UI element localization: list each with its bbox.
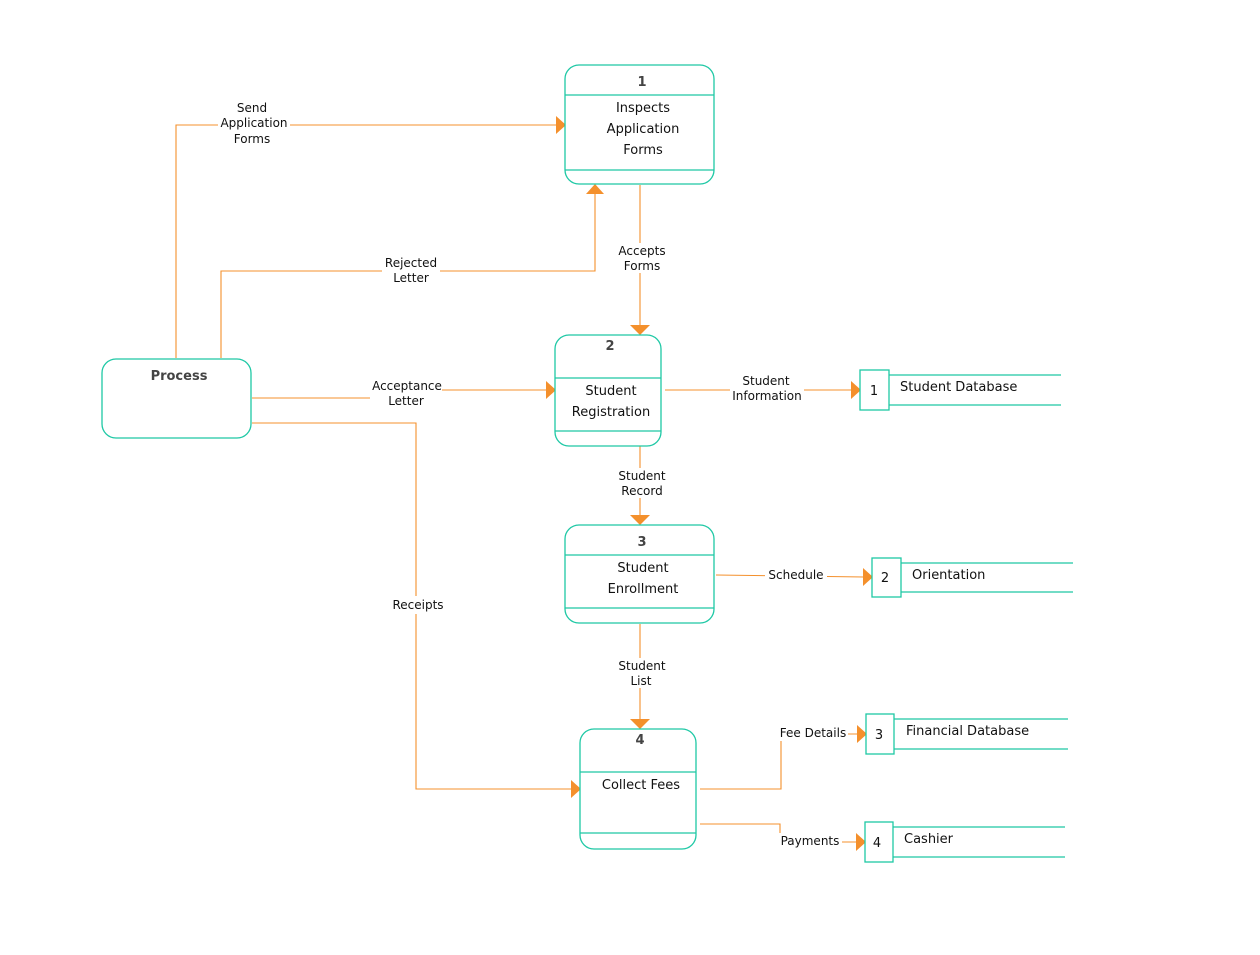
process-label: Inspects xyxy=(616,101,670,116)
process-label: Collect Fees xyxy=(602,778,680,793)
flow-schedule: Schedule xyxy=(715,566,873,586)
flow-label: Receipts xyxy=(392,598,443,612)
flow-label: Application xyxy=(220,116,287,130)
store-number: 4 xyxy=(873,836,881,851)
flow-rejected-letter: Rejected Letter xyxy=(220,184,604,358)
external-entity-process[interactable]: Process xyxy=(101,358,252,439)
data-store-3[interactable]: 3 Financial Database xyxy=(865,713,1068,755)
process-number: 3 xyxy=(637,535,646,550)
flow-label: Student xyxy=(618,469,666,483)
flow-label: Rejected xyxy=(385,256,437,270)
flow-fee-details: Fee Details xyxy=(700,725,867,790)
flow-label: Letter xyxy=(388,394,424,408)
data-store-1[interactable]: 1 Student Database xyxy=(859,369,1061,411)
entity-label: Process xyxy=(151,369,208,384)
process-label: Enrollment xyxy=(608,582,679,597)
flow-acceptance-letter: Acceptance Letter xyxy=(252,379,556,408)
store-name: Financial Database xyxy=(906,724,1029,739)
flow-accepts-forms: Accepts Forms xyxy=(614,185,670,335)
store-name: Student Database xyxy=(900,380,1017,395)
flow-label: Information xyxy=(732,389,801,403)
flow-label: Forms xyxy=(234,132,270,146)
flow-label: Record xyxy=(621,484,662,498)
flow-student-list: Student List xyxy=(614,624,670,729)
process-number: 2 xyxy=(605,339,614,354)
process-label: Student xyxy=(585,384,636,399)
data-flow-diagram: Send Application Forms Rejected Letter A… xyxy=(101,64,1073,863)
process-label: Student xyxy=(617,561,668,576)
process-number: 4 xyxy=(635,733,644,748)
process-4[interactable]: 4 Collect Fees xyxy=(579,728,697,850)
flow-label: Payments xyxy=(781,834,840,848)
flow-payments: Payments xyxy=(700,823,866,851)
flow-student-information: Student Information xyxy=(665,373,861,403)
process-label: Forms xyxy=(623,143,663,158)
store-number: 1 xyxy=(870,384,878,399)
flow-student-record: Student Record xyxy=(614,446,670,525)
data-store-2[interactable]: 2 Orientation xyxy=(871,557,1073,598)
flow-label: Accepts xyxy=(618,244,665,258)
process-number: 1 xyxy=(637,75,646,90)
flow-label: Acceptance xyxy=(372,379,442,393)
flow-label: Send xyxy=(237,101,267,115)
process-3[interactable]: 3 Student Enrollment xyxy=(564,524,715,624)
flow-label: List xyxy=(631,674,652,688)
store-name: Orientation xyxy=(912,568,985,583)
flow-label: Fee Details xyxy=(780,726,846,740)
process-label: Application xyxy=(607,122,680,137)
flow-receipts: Receipts xyxy=(252,422,581,798)
flow-send-application-forms: Send Application Forms xyxy=(175,100,566,358)
process-2[interactable]: 2 Student Registration xyxy=(554,334,662,447)
process-1[interactable]: 1 Inspects Application Forms xyxy=(564,64,715,185)
data-store-4[interactable]: 4 Cashier xyxy=(864,821,1065,863)
process-label: Registration xyxy=(572,405,650,420)
store-name: Cashier xyxy=(904,832,954,847)
store-number: 2 xyxy=(881,571,889,586)
flow-label: Letter xyxy=(393,271,429,285)
flow-label: Student xyxy=(618,659,666,673)
flow-label: Student xyxy=(742,374,790,388)
store-number: 3 xyxy=(875,728,883,743)
flow-label: Forms xyxy=(624,259,660,273)
flow-label: Schedule xyxy=(768,568,823,582)
